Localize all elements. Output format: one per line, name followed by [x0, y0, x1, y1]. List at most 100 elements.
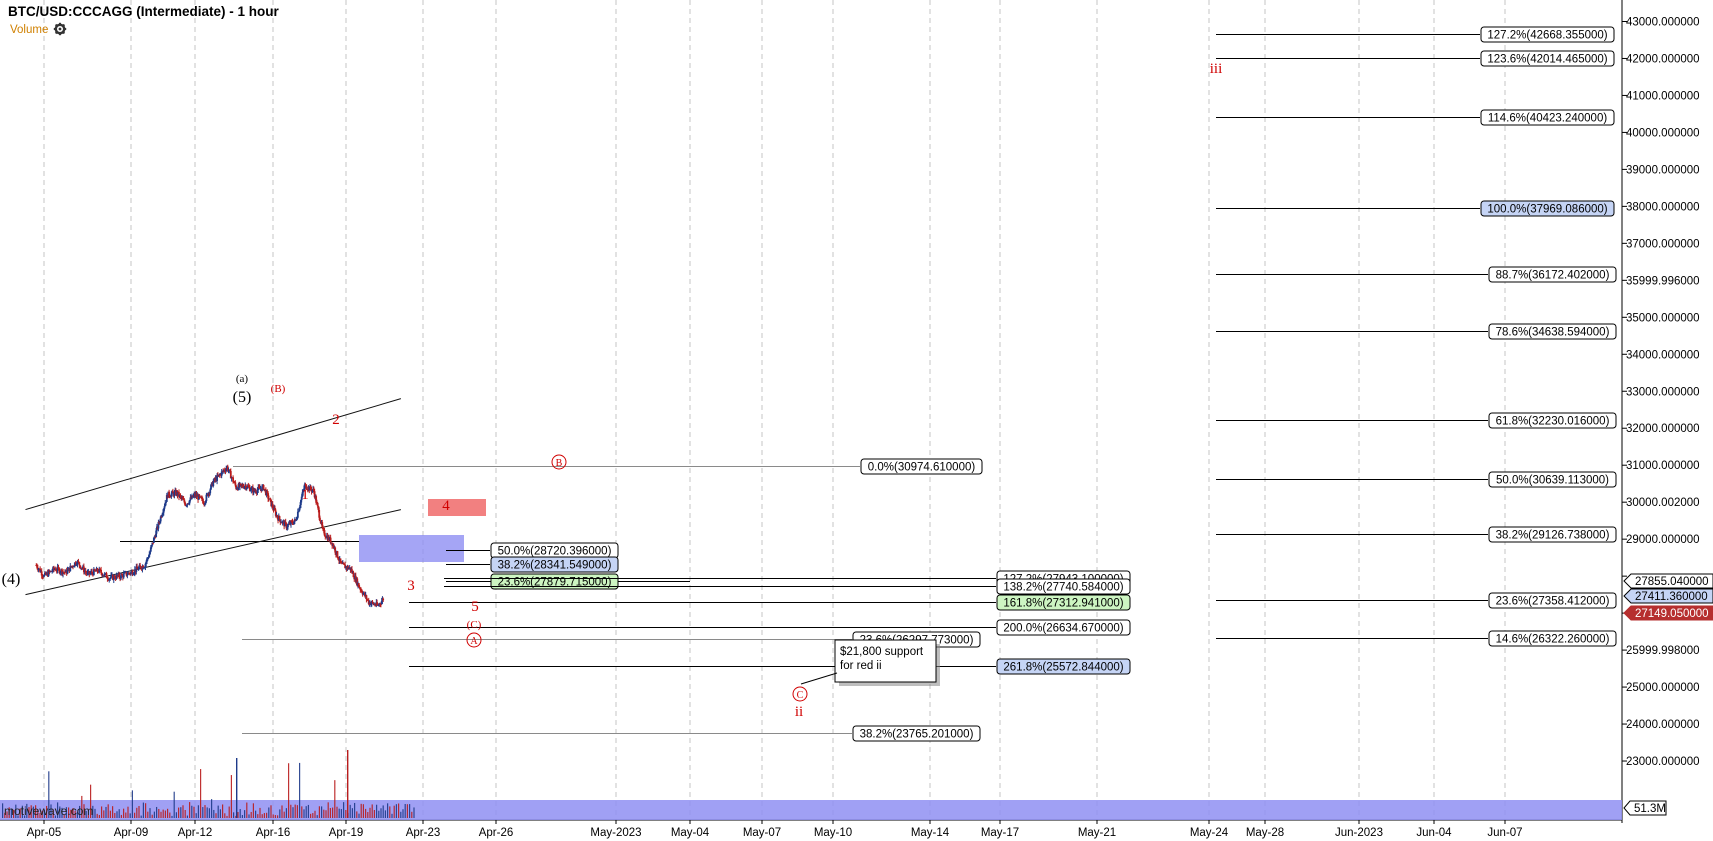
volume-bar-141: [312, 813, 314, 818]
volume-bar-164: [362, 804, 364, 818]
volume-bar-48: [107, 804, 109, 818]
date-tick-label-0: Apr-05: [27, 827, 62, 839]
volume-bar-175: [387, 803, 389, 818]
volume-bar-72: [160, 811, 162, 818]
volume-bar-159: [351, 808, 353, 818]
volume-bar-142: [314, 810, 316, 818]
resistance-zone-red: [428, 499, 486, 516]
price-tick-label-20: 43000.000000: [1626, 16, 1700, 28]
volume-bar-85: [189, 802, 191, 818]
fib-label-10: 38.2%(23765.201000): [860, 729, 974, 741]
price-tick-label-7: 30000.002000: [1626, 497, 1700, 509]
volume-bar-162: [358, 813, 360, 818]
grid: [0, 0, 1623, 823]
volume-bar-102: [226, 815, 228, 818]
candle-body-150: [163, 506, 166, 509]
volume-bar-122: [270, 805, 272, 818]
volume-bar-119: [263, 813, 265, 818]
volume-bar-133: [294, 804, 296, 818]
date-tick-label-11: May-14: [911, 827, 950, 839]
volume-bar-150: [332, 807, 334, 818]
volume-bar-71: [158, 808, 160, 818]
fib-label-7: 200.0%(26634.670000): [1003, 623, 1123, 635]
price-tick-label-15: 38000.000000: [1626, 201, 1700, 213]
price-tick-label-3: 25999.998000: [1626, 645, 1700, 657]
fib-label-16: 78.6%(34638.594000): [1496, 327, 1610, 339]
fib-label-21: 14.6%(26322.260000): [1496, 634, 1610, 646]
volume-bar-121: [268, 807, 270, 818]
volume-bar-168: [371, 804, 373, 818]
volume-bar-63: [140, 815, 142, 818]
volume-bar-118: [261, 814, 263, 818]
price-tick-label-1: 24000.000000: [1626, 719, 1700, 731]
wave-label-7: 4: [442, 498, 450, 514]
volume-indicator-label[interactable]: Volume: [10, 24, 48, 36]
volume-bar-89: [197, 805, 199, 818]
volume-bar-183: [404, 803, 406, 818]
volume-bar-87: [193, 806, 195, 818]
volume-bar-179: [395, 804, 397, 818]
date-tick-label-16: Jun-2023: [1335, 827, 1383, 839]
volume-bar-153: [338, 808, 340, 818]
date-axis[interactable]: Apr-05 Apr-09 Apr-12 Apr-16 Apr-19 Apr-23 Apr-…: [27, 820, 1523, 839]
volume-bar-97: [215, 813, 217, 818]
volume-bar-117: [259, 807, 261, 818]
price-tick-label-11: 34000.000000: [1626, 349, 1700, 361]
wave-label-14: iii: [1210, 61, 1223, 77]
volume-bar-42: [94, 808, 96, 818]
date-tick-label-13: May-21: [1078, 827, 1116, 839]
volume-bar-154: [340, 809, 342, 818]
chart-title: BTC/USD:CCCAGG (Intermediate) - 1 hour: [8, 4, 280, 19]
volume-bar-103: [228, 806, 230, 818]
volume-zone-band: [0, 800, 1622, 820]
chart-header: BTC/USD:CCCAGG (Intermediate) - 1 hour V…: [8, 4, 280, 36]
chart-canvas[interactable]: 0.0%(30974.610000) 50.0%(28720.396000) 38.…: [0, 0, 1713, 841]
candle-body-210: [209, 489, 212, 494]
volume-bar-93: [206, 807, 208, 818]
volume-bar-165: [365, 808, 367, 818]
volume-bar-54: [120, 814, 122, 818]
volume-bar-173: [382, 805, 384, 818]
wave-label-11: B: [556, 458, 563, 469]
volume-bar-132: [292, 807, 294, 818]
volume-bar-155: [343, 802, 345, 818]
candle-body-36: [66, 569, 69, 574]
volume-bar-158: [349, 804, 351, 818]
gear-icon[interactable]: [53, 22, 67, 36]
fib-label-13: 114.6%(40423.240000): [1488, 113, 1608, 125]
volume-bar-110: [244, 810, 246, 818]
note-box[interactable]: $21,800 support for red ii: [800, 639, 940, 686]
fib-label-9: 261.8%(25572.844000): [1003, 662, 1123, 674]
volume-bar-105: [233, 812, 235, 818]
price-tick-label-8: 31000.000000: [1626, 460, 1700, 472]
volume-bar-184: [406, 804, 408, 818]
volume-bar-113: [250, 811, 252, 818]
volume-bar-69: [153, 811, 155, 818]
volume-bar-178: [393, 805, 395, 818]
volume-bar-70: [156, 806, 158, 818]
volume-bar-94: [208, 808, 210, 818]
date-tick-label-15: May-28: [1246, 827, 1284, 839]
volume-bar-161: [356, 811, 358, 818]
price-axis[interactable]: 23000.000000 24000.000000 25000.000000 2599…: [1622, 0, 1713, 823]
volume-bar-174: [384, 810, 386, 818]
volume-bar-80: [178, 807, 180, 818]
fib-label-0: 0.0%(30974.610000): [868, 462, 976, 474]
date-tick-label-10: May-10: [814, 827, 852, 839]
channel-lower-line: [25, 509, 401, 596]
price-tag-label-2: 27149.050000: [1635, 608, 1709, 620]
candle-body-312: [287, 524, 289, 528]
volume-bar-180: [398, 803, 400, 818]
fib-label-1: 50.0%(28720.396000): [498, 546, 612, 558]
price-tick-label-19: 42000.000000: [1626, 53, 1700, 65]
volume-bar-100: [222, 804, 224, 818]
volume-bar-186: [411, 811, 413, 818]
volume-bar-182: [402, 809, 404, 818]
volume-bar-61: [136, 807, 138, 818]
note-line-2: for red ii: [840, 660, 882, 672]
wave-label-5: 1: [301, 487, 309, 503]
candle-body-301: [278, 516, 281, 520]
fib-label-19: 38.2%(29126.738000): [1496, 530, 1610, 542]
volume-bar-112: [248, 814, 250, 818]
volume-bar-108: [239, 809, 241, 818]
